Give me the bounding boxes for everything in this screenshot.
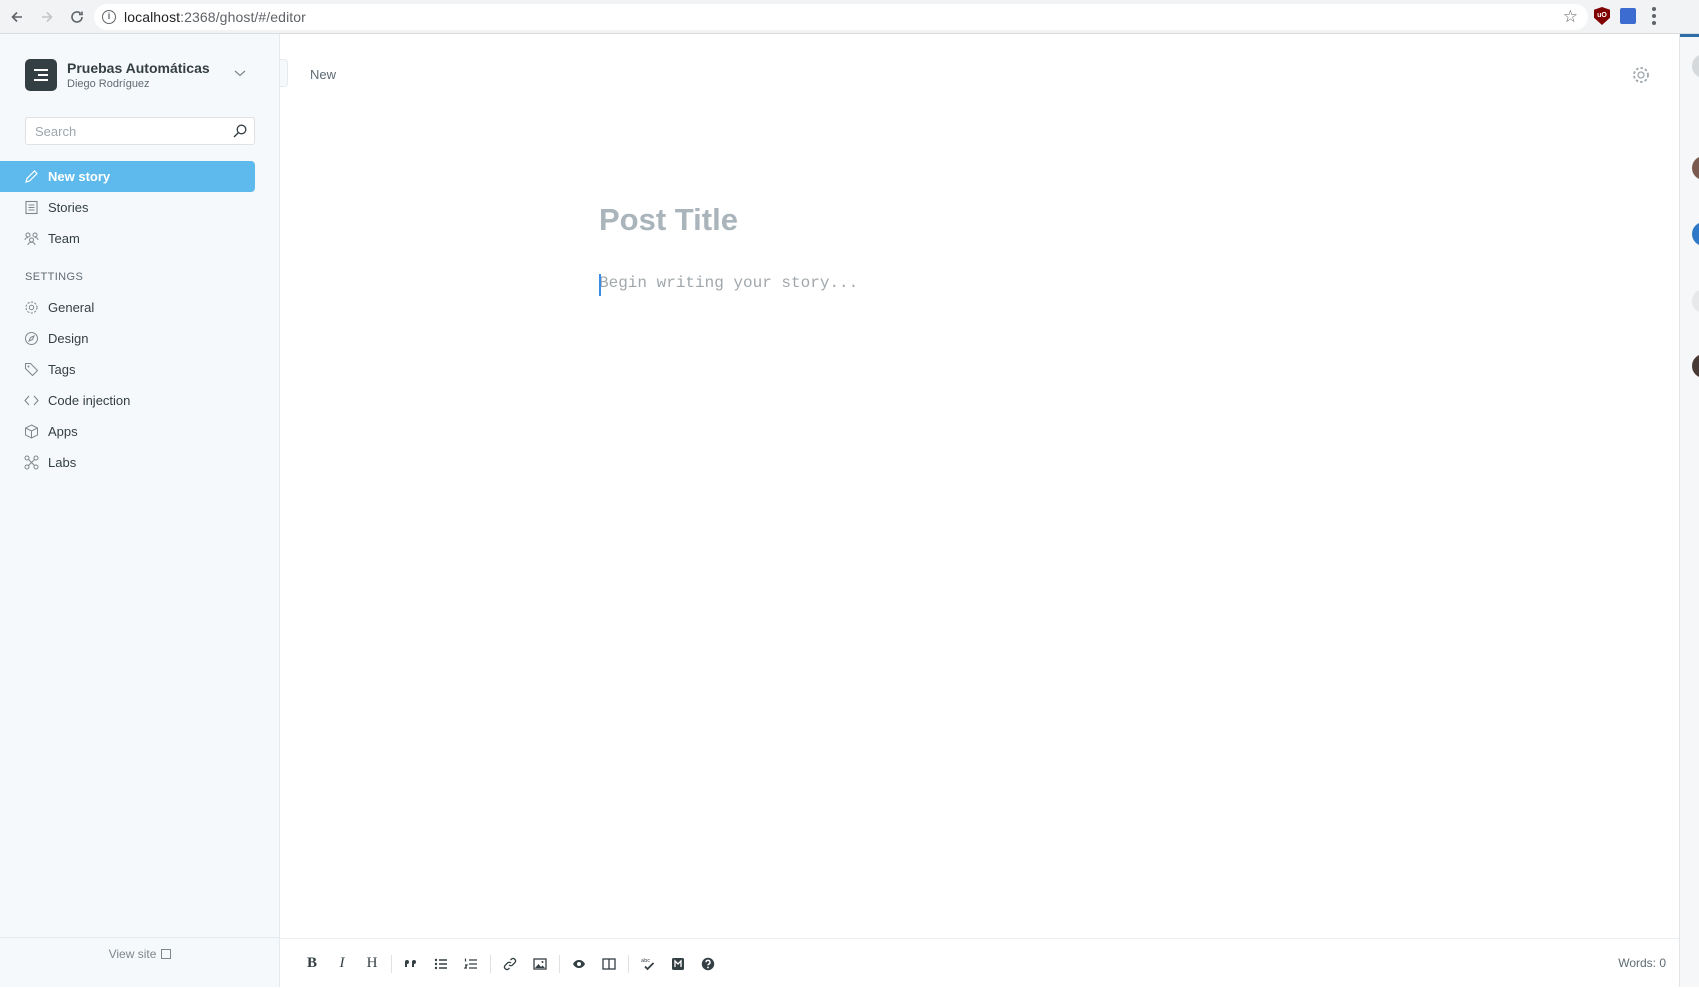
quote-button[interactable] (396, 949, 426, 979)
avatar (1692, 222, 1699, 246)
post-settings-gear-icon[interactable] (1631, 65, 1651, 85)
link-button[interactable] (495, 949, 525, 979)
sidebar: Pruebas Automáticas Diego Rodríguez New … (0, 34, 280, 987)
image-button[interactable] (525, 949, 555, 979)
blog-logo-icon (25, 59, 57, 91)
document-icon (25, 200, 38, 215)
help-icon (701, 957, 715, 970)
eye-icon (573, 959, 585, 968)
toolbar-divider (391, 954, 392, 973)
blog-title: Pruebas Automáticas (67, 60, 210, 76)
gear-icon (25, 301, 38, 314)
info-icon[interactable]: i (102, 10, 116, 24)
avatar (1692, 156, 1699, 180)
blog-menu[interactable]: Pruebas Automáticas Diego Rodríguez (25, 59, 210, 91)
code-icon (24, 395, 39, 406)
toolbar-divider (559, 954, 560, 973)
sidebar-item-tags[interactable]: Tags (0, 354, 280, 385)
image-icon (533, 957, 547, 970)
sidebar-footer-divider (0, 937, 280, 938)
link-icon (503, 957, 517, 970)
pencil-icon (25, 170, 38, 183)
post-body-editor[interactable]: Begin writing your story... (599, 274, 858, 292)
url-text: localhost:2368/ghost/#/editor (124, 9, 306, 25)
quote-icon (405, 959, 416, 967)
spellcheck-button[interactable]: abc (633, 949, 663, 979)
post-status: New (310, 67, 337, 82)
sidebar-item-label: Apps (48, 424, 78, 439)
markdown-help-button[interactable] (663, 949, 693, 979)
avatar (1692, 289, 1699, 313)
markdown-icon (672, 957, 684, 970)
external-link-icon (161, 949, 172, 959)
sidebar-item-label: New story (48, 169, 111, 184)
user-name: Diego Rodríguez (67, 78, 150, 90)
sidebar-nav: New story Stories Team SETTINGS General … (0, 161, 280, 478)
browser-menu-icon[interactable] (1652, 7, 1656, 25)
sidebar-item-label: Code injection (48, 393, 131, 408)
sidebar-item-label: Design (48, 331, 89, 346)
heading-button[interactable]: H (357, 949, 387, 979)
bold-button[interactable]: B (297, 949, 327, 979)
back-icon[interactable] (4, 4, 30, 30)
browser-toolbar: i localhost:2368/ghost/#/editor ☆ uO (0, 0, 1699, 34)
columns-icon (602, 957, 616, 970)
sidebar-item-label: Labs (48, 455, 77, 470)
avatar (1692, 354, 1699, 378)
svg-text:abc: abc (641, 958, 650, 964)
side-by-side-button[interactable] (594, 949, 624, 979)
numbered-list-button[interactable] (456, 949, 486, 979)
settings-heading: SETTINGS (25, 271, 84, 283)
adjacent-window-edge (1679, 34, 1699, 987)
search-input[interactable] (26, 118, 216, 144)
toolbar-divider (628, 954, 629, 973)
word-count: Words: 0 (1618, 956, 1666, 970)
toolbar-divider (490, 954, 491, 973)
bookmark-star-icon[interactable]: ☆ (1563, 8, 1578, 26)
sidebar-item-team[interactable]: Team (0, 223, 280, 254)
sidebar-item-apps[interactable]: Apps (0, 416, 280, 447)
preview-button[interactable] (564, 949, 594, 979)
box-icon (25, 424, 38, 439)
italic-button[interactable]: I (327, 949, 357, 979)
labs-icon (24, 455, 39, 470)
search-icon[interactable] (233, 124, 247, 138)
view-site-link[interactable]: View site (0, 947, 280, 961)
reload-icon[interactable] (64, 4, 90, 30)
numbered-list-icon (464, 958, 477, 969)
sidebar-item-label: Tags (48, 362, 76, 377)
forward-icon[interactable] (34, 4, 60, 30)
sidebar-toggle[interactable] (280, 59, 288, 87)
editor-toolbar: B I H abc Words: 0 (280, 938, 1679, 987)
chevron-down-icon[interactable] (234, 67, 246, 79)
avatar (1692, 54, 1699, 78)
ublock-extension-icon[interactable]: uO (1594, 7, 1610, 25)
compass-icon (25, 332, 38, 345)
extension-icon[interactable] (1620, 8, 1636, 24)
search-input-wrapper (25, 117, 255, 145)
help-button[interactable] (693, 949, 723, 979)
sidebar-item-label: Team (48, 231, 80, 246)
text-cursor (599, 274, 601, 296)
sidebar-item-labs[interactable]: Labs (0, 447, 280, 478)
sidebar-item-label: Stories (48, 200, 89, 215)
bullet-list-button[interactable] (426, 949, 456, 979)
sidebar-item-new-story[interactable]: New story (0, 161, 255, 192)
sidebar-item-general[interactable]: General (0, 292, 280, 323)
post-title-input[interactable]: Post Title (599, 202, 738, 238)
sidebar-item-label: General (48, 300, 95, 315)
team-icon (24, 232, 39, 246)
bullet-list-icon (434, 958, 447, 969)
sidebar-item-design[interactable]: Design (0, 323, 280, 354)
sidebar-item-stories[interactable]: Stories (0, 192, 280, 223)
editor-area: New Post Title Begin writing your story.… (280, 34, 1679, 987)
tag-icon (25, 363, 39, 377)
sidebar-item-code-injection[interactable]: Code injection (0, 385, 280, 416)
address-bar[interactable]: i localhost:2368/ghost/#/editor ☆ (94, 4, 1588, 30)
spellcheck-icon: abc (641, 958, 655, 970)
